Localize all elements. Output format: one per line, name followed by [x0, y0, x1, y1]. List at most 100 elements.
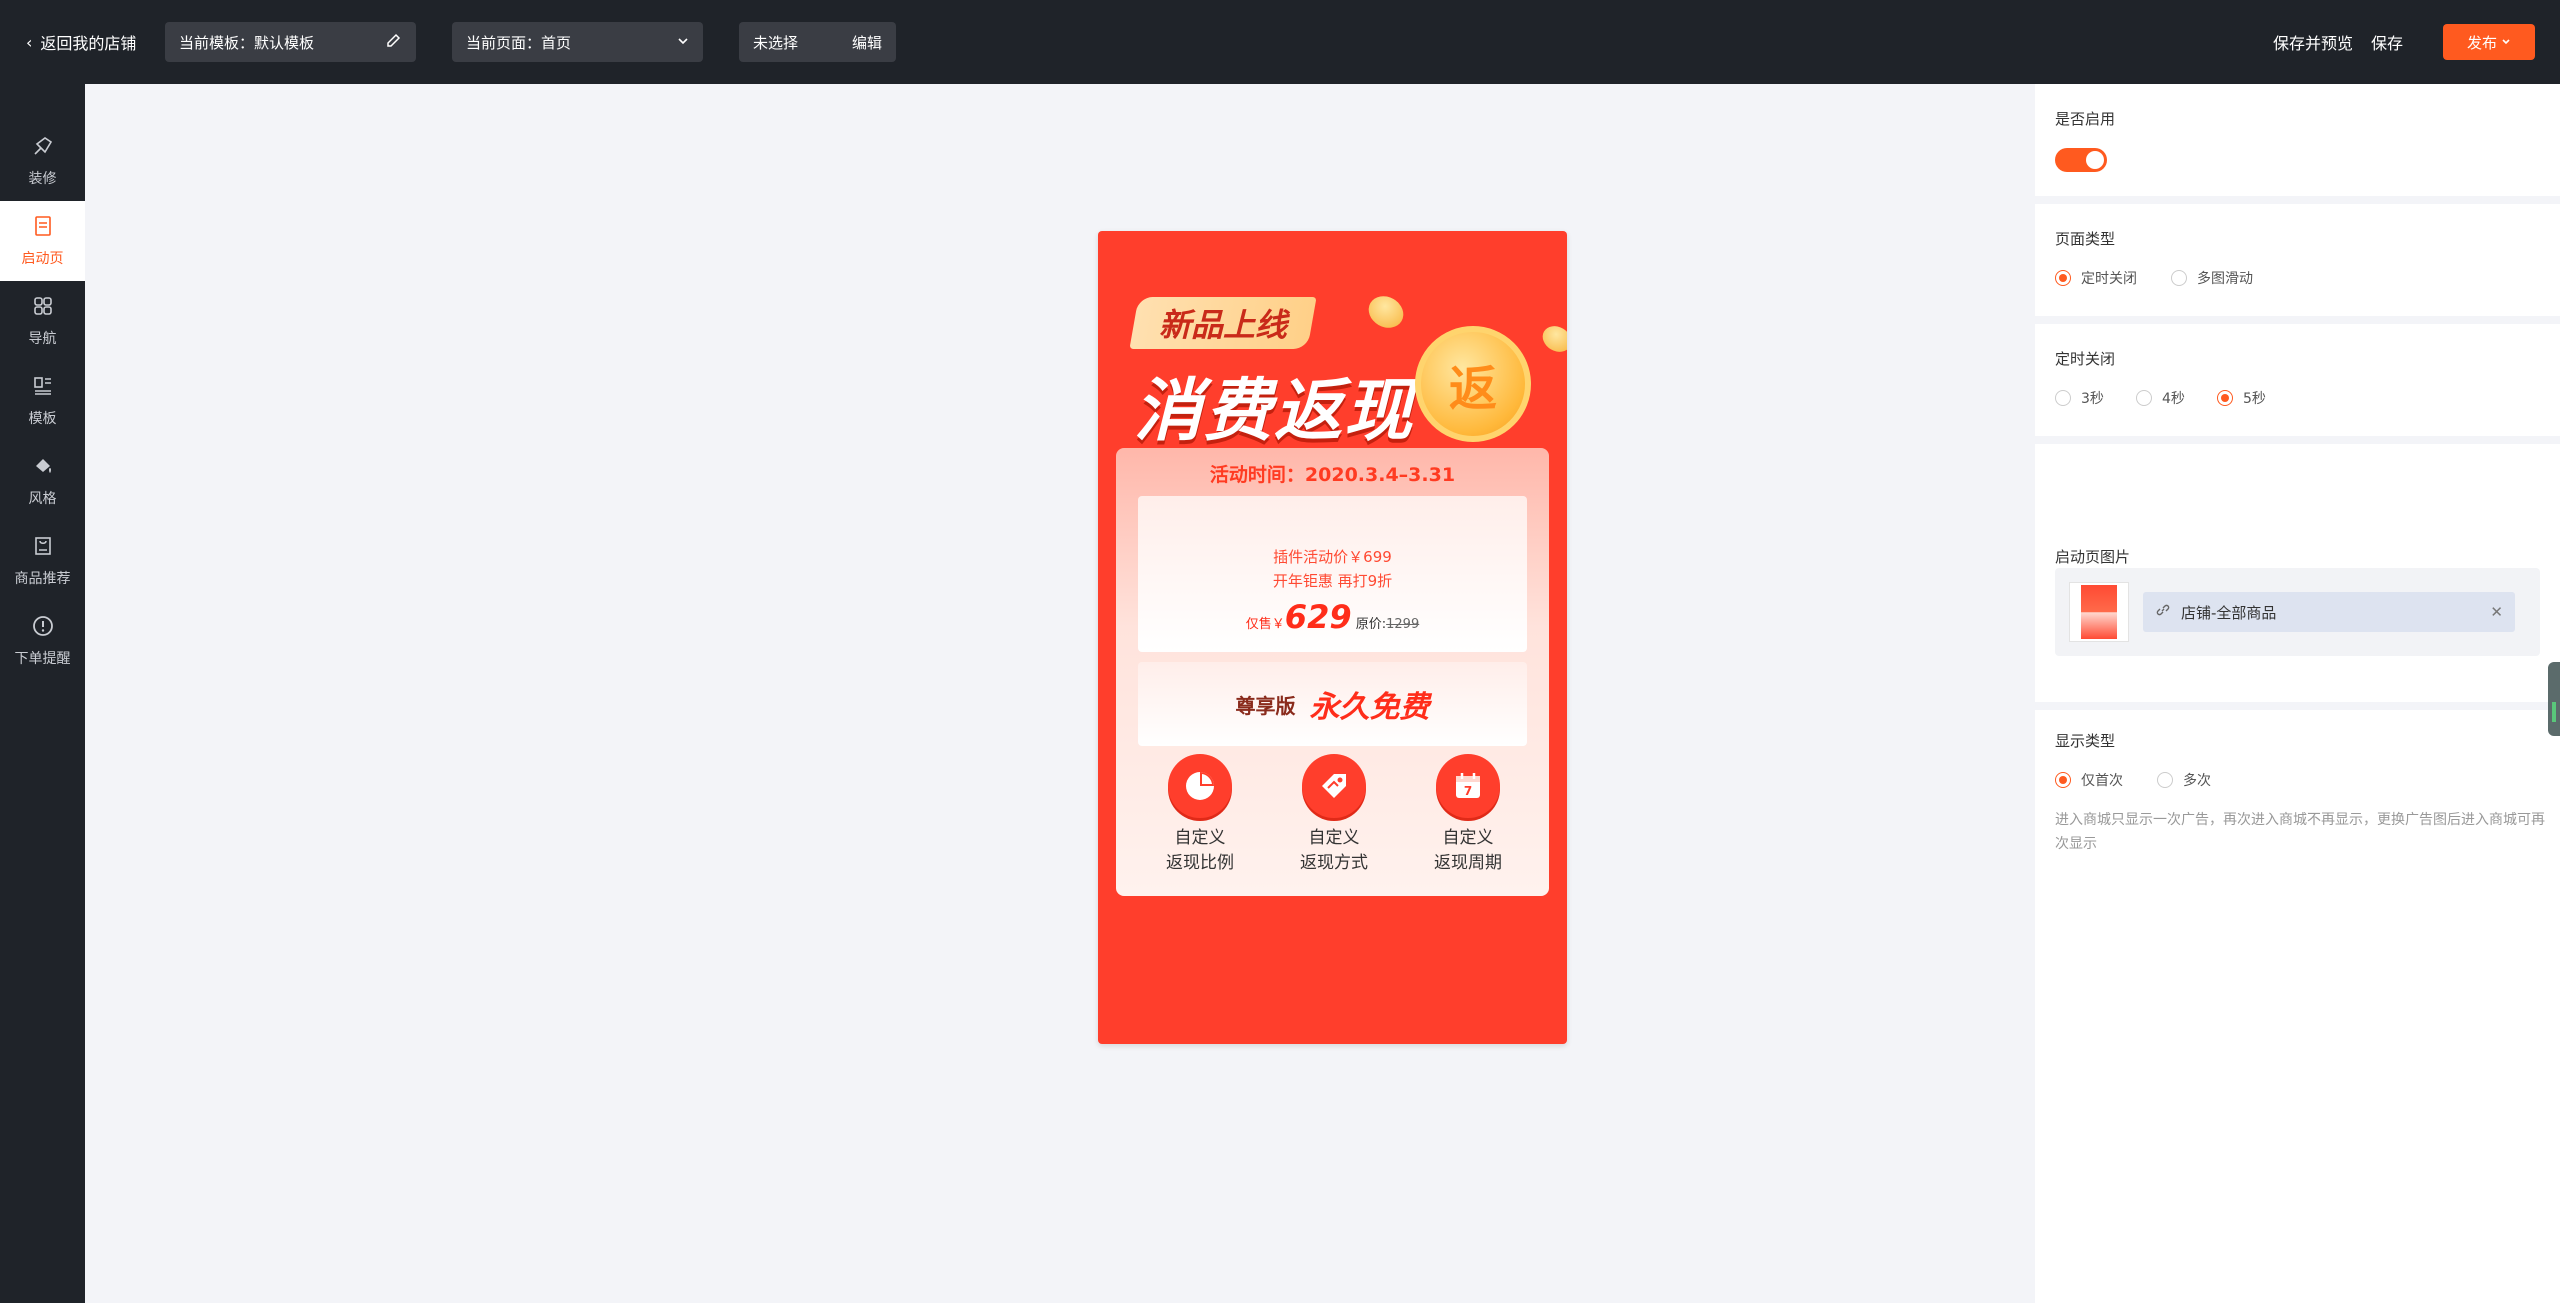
sidebar-item-label: 装修	[28, 171, 57, 187]
feature-line-2: 返现周期	[1434, 853, 1502, 873]
radio-dot	[2171, 270, 2187, 286]
feature-line-1: 自定义	[1308, 828, 1360, 848]
radio-label: 定时关闭	[2081, 271, 2137, 287]
sidebar-item-label: 下单提醒	[14, 651, 71, 667]
save-button[interactable]: 保存	[2371, 30, 2403, 54]
radio-dot	[2157, 772, 2173, 788]
alert-icon	[31, 614, 55, 642]
radio-dot	[2055, 390, 2071, 406]
brush-icon	[31, 134, 55, 162]
original-price: 1299	[1386, 617, 1420, 632]
final-price: 仅售￥629 原价:1299	[1138, 598, 1527, 636]
new-product-tag: 新品上线	[1129, 297, 1317, 349]
display-type-title: 显示类型	[2055, 732, 2116, 750]
edit-button[interactable]: 编辑	[852, 32, 882, 53]
feature-line-1: 自定义	[1442, 828, 1494, 848]
radio-4s[interactable]: 4秒	[2136, 388, 2185, 408]
price-line-2: 开年钜惠 再打9折	[1272, 572, 1393, 590]
display-description: 进入商城只显示一次广告，再次进入商城不再显示，更换广告图后进入商城可再次显示	[2055, 812, 2545, 852]
vip-free: 永久免费	[1309, 690, 1430, 725]
chevron-down-icon	[677, 33, 689, 51]
radio-3s[interactable]: 3秒	[2055, 388, 2104, 408]
radio-timed-close[interactable]: 定时关闭	[2055, 268, 2137, 288]
promo-card: 活动时间：2020.3.4–3.31 插件活动价￥699 开年钜惠 再打9折 仅…	[1116, 448, 1549, 896]
template-selector[interactable]: 当前模板：默认模板	[165, 22, 416, 62]
radio-label: 4秒	[2162, 391, 2185, 407]
radio-multiple[interactable]: 多次	[2157, 770, 2211, 790]
calendar-icon: 7	[1436, 754, 1500, 818]
publish-label: 发布	[2466, 33, 2497, 52]
launch-image-section: 启动页图片 店铺-全部商品 ✕	[2035, 526, 2560, 702]
radio-dot	[2217, 390, 2233, 406]
activity-time: 活动时间：2020.3.4–3.31	[1209, 464, 1456, 486]
link-icon	[2155, 602, 2171, 622]
radio-dot	[2136, 390, 2152, 406]
page-label: 当前页面：首页	[466, 33, 572, 52]
image-link-field[interactable]: 店铺-全部商品 ✕	[2143, 592, 2515, 632]
radio-5s[interactable]: 5秒	[2217, 388, 2266, 408]
launch-image-thumbnail[interactable]	[2069, 582, 2129, 642]
template-icon	[31, 374, 55, 402]
sidebar-item-template[interactable]: 模板	[0, 361, 85, 441]
coin-decoration	[1362, 290, 1410, 334]
enable-toggle[interactable]	[2055, 148, 2107, 172]
radio-dot	[2055, 270, 2071, 286]
save-preview-button[interactable]: 保存并预览	[2273, 30, 2353, 54]
pencil-icon[interactable]	[386, 32, 402, 52]
launch-page-preview[interactable]: 新品上线 消费返现 返 活动时间：2020.3.4–3.31 插件活动价￥699…	[1098, 231, 1567, 1044]
only-price: 629	[1284, 598, 1352, 636]
radio-label: 仅首次	[2081, 773, 2123, 789]
page-type-section: 页面类型 定时关闭 多图滑动	[2035, 204, 2560, 316]
sidebar: 装修 启动页 导航 模板 风格 商品推荐 下单提醒	[0, 84, 85, 1303]
only-prefix: 仅售￥	[1245, 617, 1285, 632]
selection-label: 未选择	[753, 33, 799, 52]
sidebar-item-label: 启动页	[21, 251, 64, 267]
sidebar-item-decorate[interactable]: 装修	[0, 121, 85, 201]
publish-button[interactable]: 发布	[2443, 24, 2535, 60]
grid-icon	[31, 294, 55, 322]
sidebar-item-navigation[interactable]: 导航	[0, 281, 85, 361]
page-selector[interactable]: 当前页面：首页	[452, 22, 703, 62]
radio-label: 多次	[2183, 773, 2211, 789]
sidebar-item-label: 模板	[28, 411, 57, 427]
original-label: 原价:	[1355, 617, 1387, 632]
tag-icon	[1302, 754, 1366, 818]
link-label: 店铺-全部商品	[2181, 603, 2277, 622]
sidebar-item-order-alert[interactable]: 下单提醒	[0, 601, 85, 681]
side-handle[interactable]	[2548, 662, 2560, 736]
timer-title: 定时关闭	[2055, 350, 2116, 368]
sidebar-item-recommend[interactable]: 商品推荐	[0, 521, 85, 601]
feature-item: 7 自定义 返现周期	[1408, 754, 1528, 876]
sidebar-item-style[interactable]: 风格	[0, 441, 85, 521]
sidebar-item-launch-page[interactable]: 启动页	[0, 201, 85, 281]
radio-label: 多图滑动	[2197, 271, 2253, 287]
chevron-left-icon: ‹	[26, 32, 33, 52]
coin-decoration	[1538, 321, 1567, 357]
sidebar-item-label: 商品推荐	[14, 571, 71, 587]
enable-title: 是否启用	[2055, 110, 2116, 128]
display-type-section: 显示类型 仅首次 多次 进入商城只显示一次广告，再次进入商城不再显示，更换广告图…	[2035, 710, 2560, 1303]
feature-item: 自定义 返现比例	[1140, 754, 1260, 876]
feature-line-2: 返现方式	[1300, 853, 1368, 873]
settings-panel: 是否启用 页面类型 定时关闭 多图滑动 定时关闭 3秒 4秒 5秒 启动页图片 …	[2035, 84, 2560, 1303]
cashback-coin: 返	[1415, 326, 1531, 442]
sidebar-item-label: 风格	[28, 491, 57, 507]
top-bar: ‹ 返回我的店铺 当前模板：默认模板 当前页面：首页 未选择 编辑 保存并预览 …	[0, 0, 2560, 84]
promo-title: 消费返现	[1134, 372, 1415, 451]
pie-chart-icon	[1168, 754, 1232, 818]
close-icon[interactable]: ✕	[2490, 603, 2503, 621]
paint-bucket-icon	[31, 454, 55, 482]
radio-multi-slide[interactable]: 多图滑动	[2171, 268, 2253, 288]
back-to-store-link[interactable]: ‹ 返回我的店铺	[26, 30, 136, 54]
feature-line-2: 返现比例	[1166, 853, 1234, 873]
radio-first-only[interactable]: 仅首次	[2055, 770, 2123, 790]
editor-canvas: 新品上线 消费返现 返 活动时间：2020.3.4–3.31 插件活动价￥699…	[85, 84, 2035, 1303]
price-box: 插件活动价￥699 开年钜惠 再打9折 仅售￥629 原价:1299	[1138, 496, 1527, 652]
sidebar-item-label: 导航	[28, 331, 57, 347]
radio-dot	[2055, 772, 2071, 788]
document-icon	[31, 214, 55, 242]
timer-section: 定时关闭 3秒 4秒 5秒	[2035, 324, 2560, 436]
chevron-down-icon	[2501, 33, 2511, 51]
vip-label: 尊享版	[1235, 693, 1296, 718]
feature-line-1: 自定义	[1174, 828, 1226, 848]
